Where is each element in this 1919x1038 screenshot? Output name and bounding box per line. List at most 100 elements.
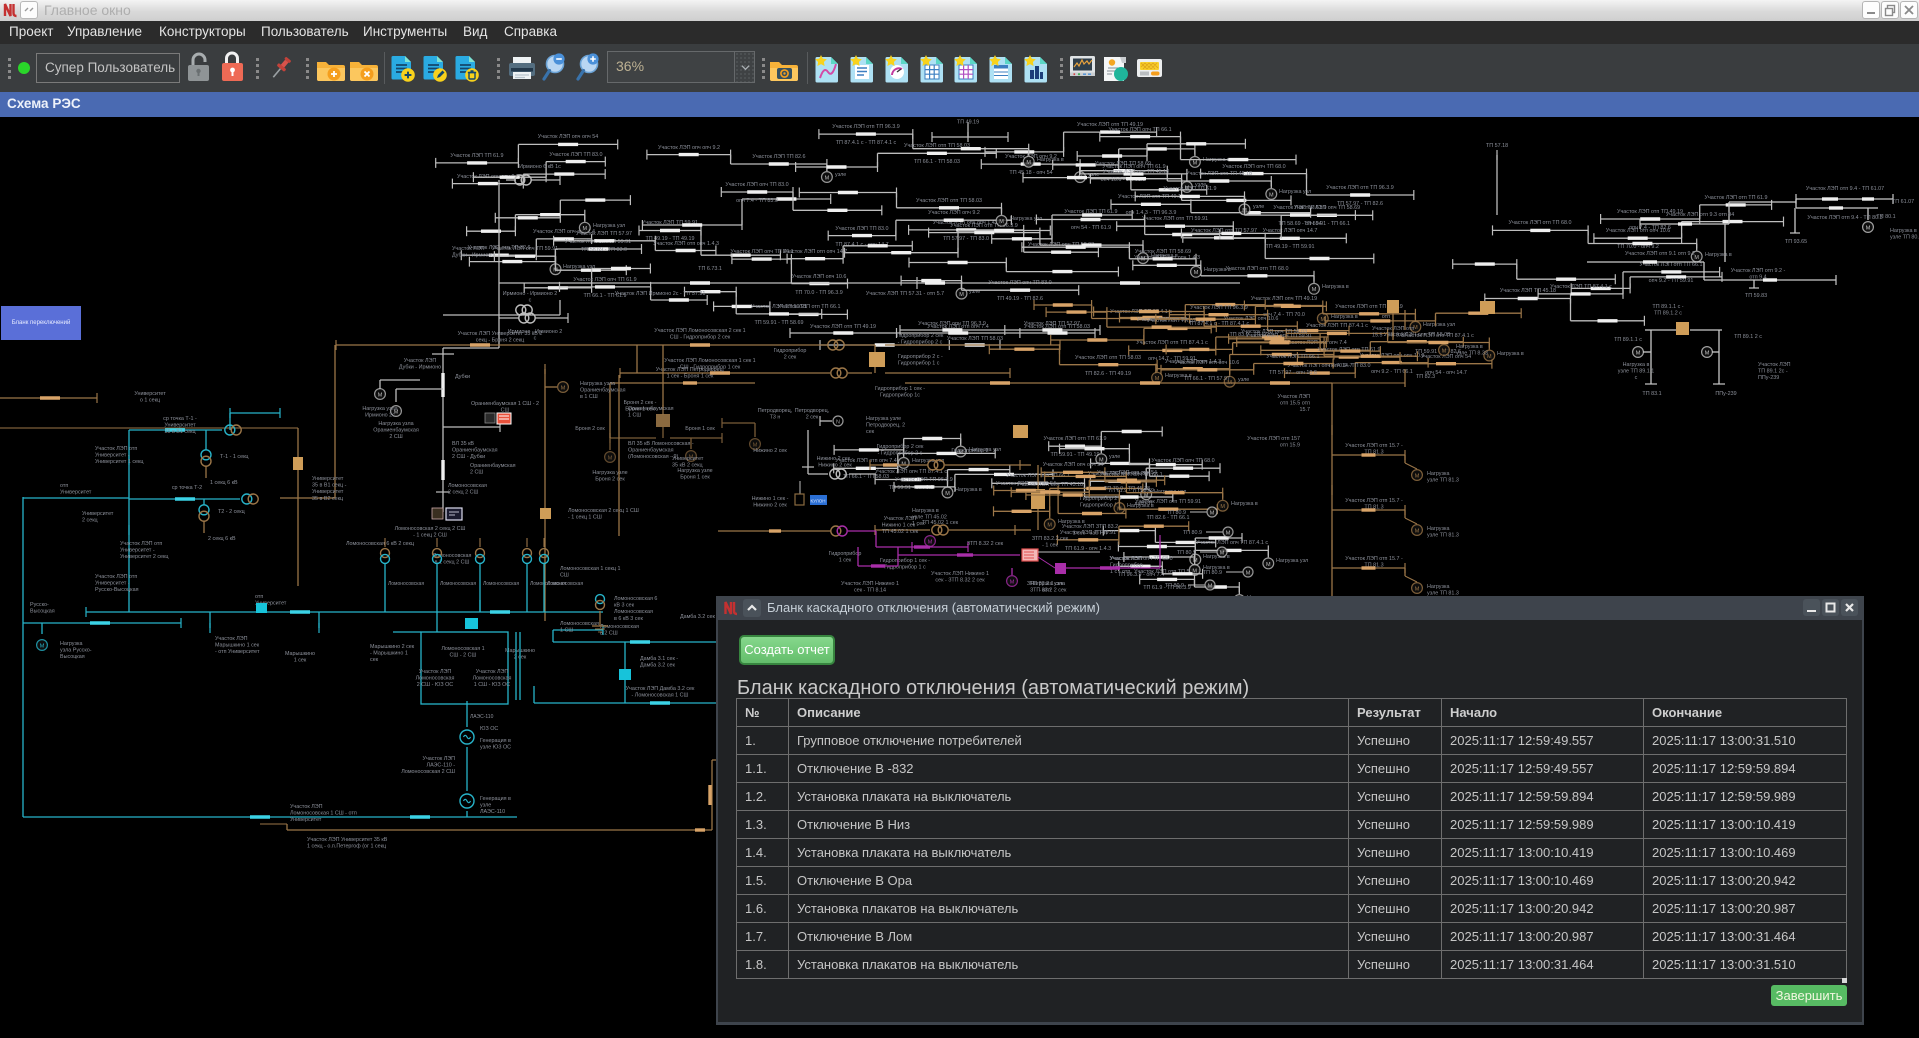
- svg-text:ТП 66.1 - ТП 58.03: ТП 66.1 - ТП 58.03: [914, 159, 960, 165]
- svg-text:Гидроприбор1 сек: Гидроприбор1 сек: [829, 551, 862, 564]
- svg-text:Участок ЛЭП отп ТП 49.19: Участок ЛЭП отп ТП 49.19: [810, 324, 876, 330]
- svg-text:Участок ЛЭП ТП 66.1: Участок ЛЭП ТП 66.1: [1266, 354, 1319, 360]
- svg-text:M: M: [1193, 558, 1198, 564]
- svg-text:M: M: [1705, 350, 1710, 356]
- svg-text:Гидроприбор 2 сек- Гидроприбор: Гидроприбор 2 сек- Гидроприбор 2 с: [877, 444, 924, 457]
- svg-text:Ораниенбаумская 1 СШ - 2СШ: Ораниенбаумская 1 СШ - 2СШ: [471, 401, 539, 414]
- svg-text:Участок ЛЭП отп опч 54: Участок ЛЭП отп опч 54: [1097, 470, 1157, 476]
- svg-text:M: M: [40, 643, 45, 649]
- svg-text:ЗТП 83.2.2 сек- 1 сек: ЗТП 83.2.2 сек- 1 сек: [1032, 536, 1069, 549]
- svg-text:Нагрузка узл: Нагрузка узл: [1279, 189, 1311, 195]
- svg-text:Ломоносовская 6 кВ 2 секц: Ломоносовская 6 кВ 2 секц: [346, 541, 414, 547]
- svg-text:Нагрузка узл: Нагрузка узл: [1276, 558, 1308, 564]
- svg-text:Участок ЛЭП отп 9.1 отп 9.2: Участок ЛЭП отп 9.1 отп 9.2: [1625, 251, 1695, 257]
- svg-text:M: M: [999, 219, 1004, 225]
- svg-text:Участок ЛЭП ТП 57.97: Участок ЛЭП ТП 57.97: [576, 231, 632, 237]
- svg-text:Русско-Высоцкая: Русско-Высоцкая: [30, 602, 55, 615]
- svg-text:опч 9.2 - ТП 66.1: опч 9.2 - ТП 66.1: [1371, 369, 1413, 375]
- svg-text:Нагрузка вузле ТП 80.1: Нагрузка вузле ТП 80.1: [1890, 228, 1919, 241]
- svg-text:Участок ЛЭП Дамба 3.2 сек- Лом: Участок ЛЭП Дамба 3.2 сек- Ломоносовская…: [626, 686, 695, 699]
- svg-text:M: M: [1415, 528, 1420, 534]
- svg-text:ТП 61.07: ТП 61.07: [1892, 199, 1914, 205]
- svg-text:Университето 1 секц: Университето 1 секц: [134, 391, 166, 404]
- svg-text:Ломоносовская: Ломоносовская: [388, 581, 424, 587]
- svg-text:M: M: [1269, 192, 1274, 198]
- svg-text:M: M: [1866, 225, 1871, 231]
- svg-text:Участок ЛЭП ТП 87.4.1 с: Участок ЛЭП ТП 87.4.1 с: [1306, 323, 1368, 329]
- svg-text:опч 7.4 - ТП 83.0: опч 7.4 - ТП 83.0: [736, 198, 778, 204]
- svg-text:Нагрузка узлаЗТП 83.2 2 сек: Нагрузка узлаЗТП 83.2 2 сек: [1030, 581, 1067, 594]
- svg-text:ТП 57.97 - опч 10.6: ТП 57.97 - опч 10.6: [1269, 370, 1317, 376]
- svg-text:ТП 49.19 - ТП 59.91: ТП 49.19 - ТП 59.91: [1265, 244, 1314, 250]
- svg-text:M: M: [561, 385, 566, 391]
- svg-text:M: M: [1226, 530, 1231, 536]
- svg-text:Участок ЛЭП отпУниверситет -Ун: Участок ЛЭП отпУниверситет -Университет …: [95, 446, 144, 465]
- svg-text:Участок ЛЭП ТП 82.6: Участок ЛЭП ТП 82.6: [752, 154, 805, 160]
- svg-text:Участок ЛЭП опч ТП 45.18: Участок ЛЭП опч ТП 45.18: [1017, 482, 1083, 488]
- svg-text:Нагрузкаузла Русско-Высоцкая: Нагрузкаузла Русско-Высоцкая: [60, 641, 92, 660]
- svg-text:ТП 80.9: ТП 80.9: [1183, 530, 1202, 536]
- svg-text:Гидроприбор 1 сек -Гидроприбор: Гидроприбор 1 сек -Гидроприбор 1 с: [880, 558, 930, 571]
- svg-text:Участок ЛЭП Ломоносовская 2 се: Участок ЛЭП Ломоносовская 2 сек 1СШ - Ги…: [654, 328, 745, 341]
- svg-text:ТП 87.4.1 с - ТП 87.4.1 с: ТП 87.4.1 с - ТП 87.4.1 с: [836, 140, 897, 146]
- svg-text:Нагрузка узл: Нагрузка узл: [593, 223, 625, 229]
- svg-text:Нагрузка в: Нагрузка в: [1322, 284, 1349, 290]
- svg-text:Участок ЛЭП ТП 96.3.9: Участок ЛЭП ТП 96.3.9: [895, 477, 953, 483]
- svg-text:Участок ЛЭП опч ТП 58.03: Участок ЛЭП опч ТП 58.03: [1241, 329, 1307, 335]
- svg-text:Участок ЛЭП ТП 83.0: Участок ЛЭП ТП 83.0: [549, 152, 602, 158]
- svg-text:Участок ЛЭП опч ТП 59.91: Участок ЛЭП опч ТП 59.91: [492, 246, 558, 252]
- svg-text:Гидроприбор 2 с -Гидроприбор 1: Гидроприбор 2 с -Гидроприбор 1 с: [898, 354, 943, 367]
- svg-text:M: M: [1155, 376, 1160, 382]
- svg-text:Участок ЛЭП Нижино 1сек - ТП 8: Участок ЛЭП Нижино 1сек - ТП 8.14: [841, 581, 899, 594]
- svg-text:Участок ЛЭПТП 89.1 2с -ППу-239: Участок ЛЭПТП 89.1 2с -ППу-239: [1758, 362, 1791, 381]
- svg-text:Нагрузка узлеПетродворец, 2сек: Нагрузка узлеПетродворец, 2сек: [866, 416, 905, 435]
- svg-text:Нагрузка в: Нагрузка в: [1037, 157, 1064, 163]
- svg-text:M: M: [1415, 586, 1420, 592]
- svg-text:Участок ЛЭП отп ТП 58.03: Участок ЛЭП отп ТП 58.03: [1075, 355, 1141, 361]
- svg-text:Участок ЛЭПЛомоносовская2 СШ -: Участок ЛЭПЛомоносовская2 СШ - ЮЗ ОС: [416, 669, 455, 688]
- svg-text:Участок ЛЭП ТП 96.3.9: Участок ЛЭП ТП 96.3.9: [1190, 305, 1248, 311]
- svg-text:ТП 61.9 - опч 1.4.3: ТП 61.9 - опч 1.4.3: [1065, 546, 1111, 552]
- svg-text:ТП 57.97 - ТП 82.6: ТП 57.97 - ТП 82.6: [1337, 201, 1383, 207]
- svg-text:Ломоносовская 1 секц 1СШ: Ломоносовская 1 секц 1СШ: [560, 566, 621, 579]
- svg-text:ТП 58.69 - опч 54: ТП 58.69 - опч 54: [1278, 221, 1321, 227]
- svg-text:Нагрузка вузле ТП 89.1 1с: Нагрузка вузле ТП 89.1 1с: [1618, 362, 1654, 381]
- svg-text:Нижино 2 сек: Нижино 2 сек: [753, 448, 787, 454]
- svg-text:Нагрузка узл: Нагрузка узл: [1423, 322, 1455, 328]
- svg-text:Участок ЛЭП опч ТП 83.0: Участок ЛЭП опч ТП 83.0: [725, 182, 788, 188]
- svg-text:Нагрузка узлеБроня 1 сек: Нагрузка узлеБроня 1 сек: [677, 468, 712, 481]
- svg-text:M: M: [959, 292, 964, 298]
- svg-text:Дамба 3.1 сек -Дамба 3.2 сек: Дамба 3.1 сек -Дамба 3.2 сек: [640, 656, 678, 669]
- svg-text:Участок ЛЭП ТП 87.4.1 с: Участок ЛЭП ТП 87.4.1 с: [1550, 284, 1612, 290]
- svg-text:Участок ЛЭПДубки - Ирмионо: Участок ЛЭПДубки - Ирмионо: [399, 358, 441, 371]
- svg-text:ТП 59.91 - ТП 49.19: ТП 59.91 - ТП 49.19: [1050, 452, 1099, 458]
- svg-text:Нагрузка в: Нагрузка в: [1705, 252, 1732, 258]
- svg-text:Нагрузка в: Нагрузка в: [1165, 373, 1192, 379]
- svg-text:Марышкино 2 сек- Марышкино 1се: Марышкино 2 сек- Марышкино 1сек: [370, 644, 415, 663]
- svg-text:Нагрузкаузле ТП 81.3: Нагрузкаузле ТП 81.3: [1427, 526, 1459, 539]
- svg-text:Участок ЛЭП ТП 83.0: Участок ЛЭП ТП 83.0: [835, 226, 888, 232]
- svg-text:2 секц 6 кВ: 2 секц 6 кВ: [208, 536, 236, 542]
- svg-text:Гидроприбор 2: Гидроприбор 2: [951, 448, 988, 454]
- svg-text:Участок ЛЭП опч опч 54: Участок ЛЭП опч опч 54: [1043, 462, 1103, 468]
- svg-text:Нагрузка узлаОраниенбаумская2: Нагрузка узлаОраниенбаумская2 СШ: [373, 421, 419, 440]
- svg-text:Участок ЛЭП отп ТП 45.18: Участок ЛЭП отп ТП 45.18: [1186, 171, 1252, 177]
- svg-text:M: M: [1246, 570, 1251, 576]
- svg-text:Участок ЛЭП ТП 45.18: Участок ЛЭП ТП 45.18: [1500, 288, 1556, 294]
- svg-text:Ломоносовская 2 секц 1 СШ- 1 с: Ломоносовская 2 секц 1 СШ- 1 секц 1 СШ: [568, 508, 639, 521]
- svg-text:ТП 82.6 - ТП 49.19: ТП 82.6 - ТП 49.19: [1085, 371, 1131, 377]
- svg-text:Дамба 3.2 сек: Дамба 3.2 сек: [680, 614, 715, 620]
- svg-text:Участок ЛЭПМарышкино 1 сек- от: Участок ЛЭПМарышкино 1 сек- отп Универси…: [215, 636, 260, 655]
- svg-text:Участок ЛЭП опч 10.6: Участок ЛЭП опч 10.6: [792, 274, 847, 280]
- svg-text:ТП 57.18: ТП 57.18: [1486, 143, 1508, 149]
- svg-text:Участок ЛЭП отпУниверситет -Ун: Участок ЛЭП отпУниверситет -Университет …: [120, 541, 169, 560]
- svg-text:Нагрузка узлеБроня 2 сек: Нагрузка узлеБроня 2 сек: [592, 470, 627, 483]
- svg-text:Ломоносовская: Ломоносовская: [547, 581, 583, 587]
- svg-text:Участок ЛЭП ТП 58.69: Участок ЛЭП ТП 58.69: [1095, 161, 1151, 167]
- svg-text:Ораниенбаумская2 СШ: Ораниенбаумская2 СШ: [470, 463, 516, 476]
- svg-text:узле: узле: [835, 172, 846, 178]
- svg-text:ТП 80.9: ТП 80.9: [1203, 570, 1222, 576]
- svg-text:Броня 1 сек: Броня 1 сек: [685, 426, 715, 432]
- svg-text:Участок ЛЭП отп ТП 87.4.1 с: Участок ЛЭП отп ТП 87.4.1 с: [1136, 340, 1208, 346]
- svg-text:M: M: [1220, 504, 1225, 510]
